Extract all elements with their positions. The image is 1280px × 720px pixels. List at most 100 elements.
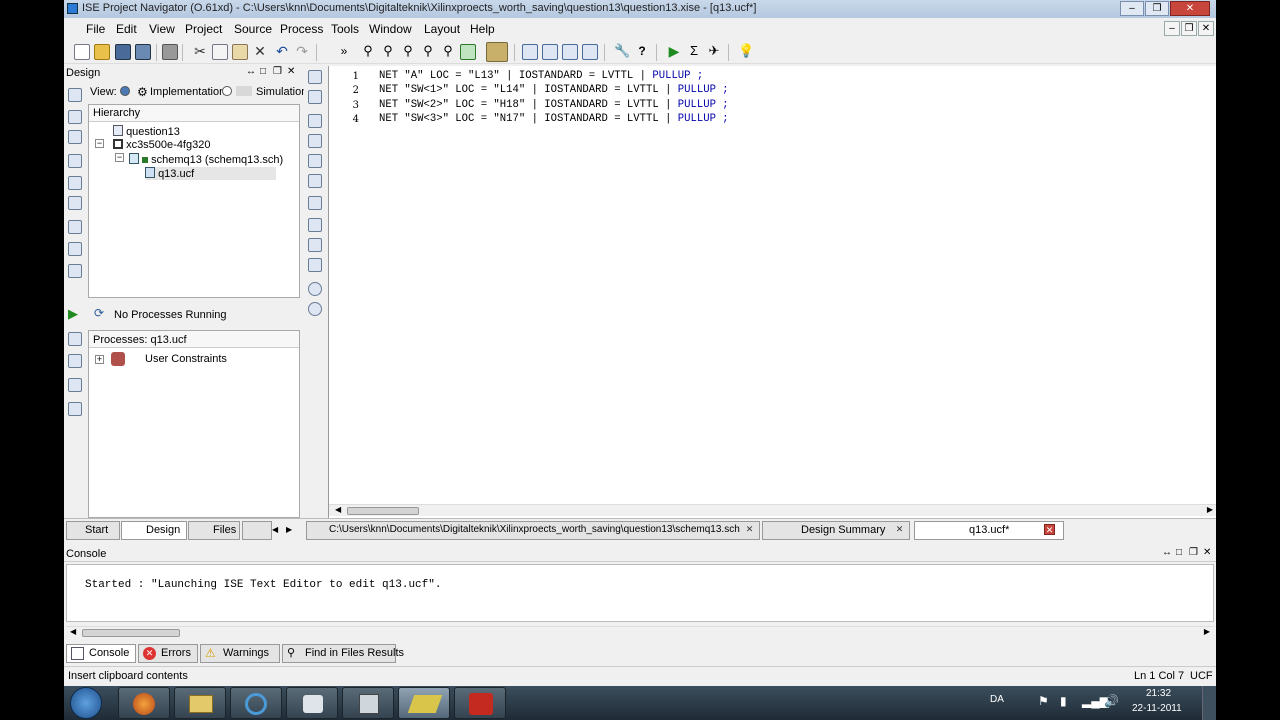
run-process-icon[interactable]: ▶ — [68, 306, 78, 322]
cascade-icon[interactable] — [522, 44, 538, 60]
text-editor[interactable]: 1 2 3 4 NET "A" LOC = "L13" | IOSTANDARD… — [328, 66, 1216, 518]
tab-close-icon[interactable]: ✕ — [744, 524, 755, 535]
start-button[interactable] — [70, 687, 102, 719]
paste-icon[interactable] — [232, 44, 248, 60]
tab-scroll-left-icon[interactable]: ◀ — [272, 525, 278, 534]
undo-icon[interactable]: ↶ — [274, 44, 290, 60]
view-doc-icon[interactable] — [68, 242, 82, 256]
mdi-minimize-button[interactable]: – — [1164, 21, 1180, 36]
bookmark-prev-icon[interactable] — [308, 238, 322, 252]
editor-hscrollbar[interactable]: ◀ ▶ — [329, 504, 1216, 516]
scroll-right-icon[interactable]: ▶ — [1207, 505, 1213, 514]
tile-horizontal-icon[interactable] — [542, 44, 558, 60]
panel-close-icon[interactable]: ✕ — [287, 66, 295, 77]
menu-tools[interactable]: Tools — [331, 22, 359, 36]
menu-edit[interactable]: Edit — [116, 22, 137, 36]
menu-layout[interactable]: Layout — [424, 22, 460, 36]
expand-icon[interactable]: + — [95, 355, 104, 364]
tab-find-results[interactable]: ⚲ Find in Files Results — [282, 644, 404, 663]
panel-restore-icon[interactable]: ❐ — [273, 66, 282, 77]
menu-help[interactable]: Help — [470, 22, 495, 36]
collapse-icon[interactable]: − — [115, 153, 124, 162]
print-icon[interactable] — [162, 44, 178, 60]
open-icon[interactable] — [94, 44, 110, 60]
tab-schematic[interactable]: C:\Users\knn\Documents\Digitalteknik\Xil… — [306, 521, 760, 540]
menu-view[interactable]: View — [149, 22, 175, 36]
lightbulb-icon[interactable]: 💡 — [738, 44, 754, 60]
tree-item-project[interactable]: question13 — [113, 125, 180, 138]
tab-errors[interactable]: ✕ Errors — [138, 644, 198, 663]
tab-q13-ucf[interactable]: q13.ucf* — [914, 521, 1064, 540]
tree-item-ucf[interactable]: q13.ucf — [145, 167, 277, 180]
process-icon[interactable] — [68, 354, 82, 368]
clock-time[interactable]: 21:32 — [1146, 688, 1171, 699]
process-item-user-constraints[interactable]: User Constraints — [145, 353, 227, 365]
console-hscrollbar[interactable]: ◀ ▶ — [66, 626, 1214, 638]
bookmark-clear-icon[interactable] — [308, 258, 322, 272]
scroll-right-icon[interactable]: ▶ — [1204, 627, 1210, 636]
remove-icon[interactable] — [68, 176, 82, 190]
sigma-icon[interactable]: Σ — [686, 44, 702, 60]
menu-source[interactable]: Source — [234, 22, 272, 36]
tab-warnings[interactable]: ⚠ Warnings — [200, 644, 280, 663]
menu-process[interactable]: Process — [280, 22, 323, 36]
panel-restore-icon[interactable]: ❐ — [1189, 547, 1198, 558]
taskbar-firefox[interactable] — [118, 687, 170, 719]
delete-icon[interactable]: ✕ — [252, 44, 268, 60]
add-copy-icon[interactable] — [68, 110, 82, 124]
console-output[interactable]: Started : "Launching ISE Text Editor to … — [66, 564, 1214, 622]
bookmark-next-icon[interactable] — [308, 218, 322, 232]
implementation-label[interactable]: Implementation — [150, 86, 225, 98]
tab-close-icon[interactable]: ✕ — [894, 524, 905, 535]
panel-maximize-icon[interactable]: □ — [1176, 547, 1182, 558]
zoom-area-icon[interactable]: ⚲ — [420, 44, 436, 60]
minimize-button[interactable]: – — [1120, 1, 1144, 16]
tab-design-summary[interactable]: Design Summary — [762, 521, 910, 540]
zoom-in-icon[interactable]: ⚲ — [360, 44, 376, 60]
mdi-close-button[interactable]: ✕ — [1198, 21, 1214, 36]
panel-close-icon[interactable]: ✕ — [1203, 547, 1211, 558]
new-icon[interactable] — [74, 44, 90, 60]
goto-line-icon[interactable] — [308, 174, 322, 188]
panel-maximize-icon[interactable]: □ — [260, 66, 266, 77]
tab-files[interactable]: Files — [188, 521, 240, 540]
more-icon[interactable]: » — [336, 44, 352, 60]
zoom-full-icon[interactable]: ⚲ — [400, 44, 416, 60]
maximize-button[interactable]: ❐ — [1145, 1, 1169, 16]
align-icon[interactable] — [308, 154, 322, 168]
zoom-select-icon[interactable]: ⚲ — [440, 44, 456, 60]
mdi-restore-button[interactable]: ❐ — [1181, 21, 1197, 36]
window-icon[interactable] — [582, 44, 598, 60]
tab-start[interactable]: Start — [66, 521, 120, 540]
flag-icon[interactable]: ⚑ — [1038, 694, 1049, 708]
simulation-label[interactable]: Simulation — [256, 86, 307, 98]
show-desktop-button[interactable] — [1202, 686, 1216, 720]
tab-close-icon[interactable]: ✕ — [1044, 524, 1055, 535]
volume-icon[interactable]: 🔊 — [1104, 694, 1119, 708]
comment-icon[interactable] — [308, 114, 322, 128]
menu-window[interactable]: Window — [369, 22, 412, 36]
tree-item-schematic[interactable]: schemq13 (schemq13.sch) — [129, 153, 283, 166]
battery-icon[interactable]: ▮ — [1060, 694, 1067, 708]
modules-icon[interactable] — [68, 154, 82, 168]
tab-design[interactable]: Design — [121, 521, 187, 540]
simulation-radio[interactable] — [222, 86, 232, 96]
hierarchy-icon[interactable] — [68, 130, 82, 144]
process-icon[interactable] — [68, 332, 82, 346]
process-icon[interactable] — [68, 402, 82, 416]
forward-icon[interactable] — [308, 302, 322, 316]
implementation-radio[interactable] — [120, 86, 130, 96]
redo-icon[interactable]: ↷ — [294, 44, 310, 60]
tools-icon[interactable]: 🔧 — [614, 44, 630, 60]
tab-scroll-right-icon[interactable]: ▶ — [286, 525, 292, 534]
run-icon[interactable]: ▶ — [666, 44, 682, 60]
copy-icon[interactable] — [212, 44, 228, 60]
edit-mode-icon[interactable] — [486, 42, 508, 62]
refresh-icon[interactable] — [460, 44, 476, 60]
taskbar-ie[interactable] — [230, 687, 282, 719]
taskbar-snipping[interactable] — [286, 687, 338, 719]
indent-icon[interactable] — [308, 70, 322, 84]
back-icon[interactable] — [308, 282, 322, 296]
panel-float-icon[interactable]: ↔ — [246, 66, 256, 77]
panel-toggle-icon[interactable] — [68, 264, 82, 278]
